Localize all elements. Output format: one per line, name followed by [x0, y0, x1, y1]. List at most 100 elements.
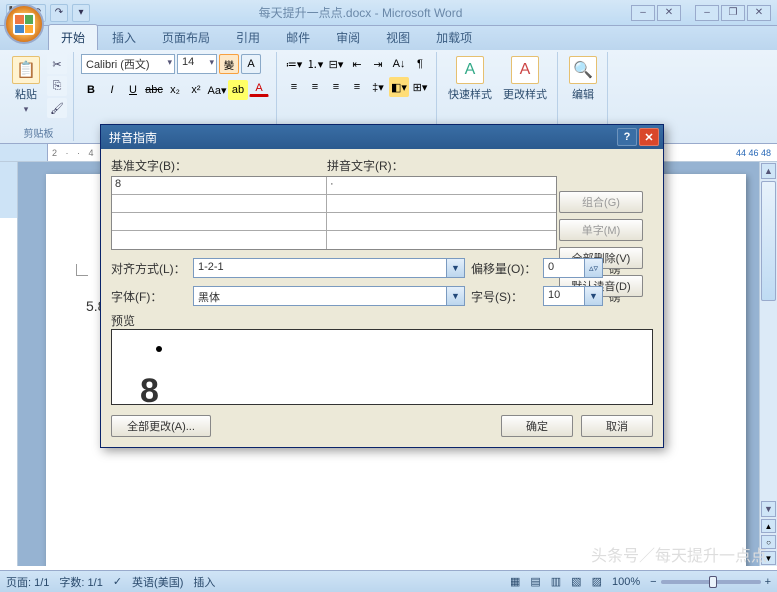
window-close[interactable]: ✕: [747, 5, 771, 21]
align-justify-button[interactable]: ≡: [347, 77, 367, 97]
font-combo[interactable]: 黑体▼: [193, 286, 465, 306]
scroll-up-button[interactable]: ▲: [761, 163, 776, 179]
cut-button[interactable]: ✂: [47, 54, 67, 74]
scroll-thumb[interactable]: [761, 181, 776, 301]
chevron-down-icon[interactable]: ▼: [446, 287, 464, 305]
qat-customize[interactable]: ▾: [72, 4, 90, 22]
align-left-button[interactable]: ≡: [284, 77, 304, 97]
scroll-down-button[interactable]: ▼: [761, 501, 776, 517]
dialog-help-button[interactable]: ?: [617, 128, 637, 146]
ruby-cell-0[interactable]: ·: [327, 177, 556, 194]
line-spacing-button[interactable]: ‡▾: [368, 77, 388, 97]
align-right-button[interactable]: ≡: [326, 77, 346, 97]
ruby-cell-1[interactable]: [327, 195, 556, 212]
quick-styles-button[interactable]: A 快速样式: [444, 54, 496, 104]
superscript-button[interactable]: x²: [186, 80, 206, 100]
strike-button[interactable]: abc: [144, 80, 164, 100]
italic-button[interactable]: I: [102, 80, 122, 100]
paste-button[interactable]: 📋 粘贴 ▾: [8, 54, 44, 117]
view-web-button[interactable]: ▥: [551, 575, 561, 588]
ribbon-minimize[interactable]: –: [631, 5, 655, 21]
show-marks-button[interactable]: ¶: [410, 54, 430, 74]
font-name-combo[interactable]: Calibri (西文): [81, 54, 175, 74]
quick-styles-icon: A: [456, 56, 484, 84]
tab-addins[interactable]: 加载项: [424, 25, 484, 50]
highlight-button[interactable]: ab: [228, 80, 248, 100]
base-cell-3[interactable]: [112, 231, 327, 249]
status-words[interactable]: 字数: 1/1: [59, 574, 102, 590]
preview-base-char: 8: [140, 374, 159, 408]
size-combo[interactable]: 10▼: [543, 286, 603, 306]
phonetic-guide-button[interactable]: 變: [219, 54, 239, 74]
numbering-button[interactable]: ⒈▾: [305, 54, 325, 74]
indent-inc-button[interactable]: ⇥: [368, 54, 388, 74]
status-page[interactable]: 页面: 1/1: [6, 574, 49, 590]
align-combo[interactable]: 1-2-1▼: [193, 258, 465, 278]
tab-insert[interactable]: 插入: [100, 25, 148, 50]
browse-prev-button[interactable]: ▲: [761, 519, 776, 533]
browse-next-button[interactable]: ▼: [761, 551, 776, 565]
format-painter-button[interactable]: 🖌: [47, 98, 67, 118]
font-color-button[interactable]: A: [249, 80, 269, 97]
ruby-cell-2[interactable]: [327, 213, 556, 230]
ribbon-close[interactable]: ✕: [657, 5, 681, 21]
office-button[interactable]: [4, 4, 44, 44]
change-all-button[interactable]: 全部更改(A)...: [111, 415, 211, 437]
offset-spinner[interactable]: 0▵▿: [543, 258, 603, 278]
align-center-button[interactable]: ≡: [305, 77, 325, 97]
group-button[interactable]: 组合(G): [559, 191, 643, 213]
status-mode[interactable]: 插入: [193, 574, 215, 590]
zoom-slider[interactable]: − +: [650, 576, 771, 588]
tab-review[interactable]: 审阅: [324, 25, 372, 50]
zoom-level[interactable]: 100%: [612, 576, 640, 588]
spinner-icon[interactable]: ▵▿: [584, 259, 602, 277]
base-cell-1[interactable]: [112, 195, 327, 212]
bullets-button[interactable]: ≔▾: [284, 54, 304, 74]
dialog-title-bar[interactable]: 拼音指南 ? ✕: [101, 125, 663, 149]
editing-button[interactable]: 🔍 编辑: [565, 54, 601, 104]
copy-button[interactable]: ⎘: [47, 76, 67, 96]
underline-button[interactable]: U: [123, 80, 143, 100]
dialog-title: 拼音指南: [105, 129, 615, 146]
browse-select-button[interactable]: ○: [761, 535, 776, 549]
tab-view[interactable]: 视图: [374, 25, 422, 50]
change-styles-button[interactable]: A 更改样式: [499, 54, 551, 104]
zoom-thumb[interactable]: [709, 576, 717, 588]
tab-layout[interactable]: 页面布局: [150, 25, 222, 50]
tab-references[interactable]: 引用: [224, 25, 272, 50]
view-print-layout-button[interactable]: ▦: [510, 575, 520, 588]
base-cell-2[interactable]: [112, 213, 327, 230]
subscript-button[interactable]: x₂: [165, 80, 185, 100]
indent-dec-button[interactable]: ⇤: [347, 54, 367, 74]
single-button[interactable]: 单字(M): [559, 219, 643, 241]
view-outline-button[interactable]: ▧: [571, 575, 581, 588]
shading-button[interactable]: ◧▾: [389, 77, 409, 97]
base-cell-0[interactable]: 8: [112, 177, 327, 194]
bold-button[interactable]: B: [81, 80, 101, 100]
sort-button[interactable]: A↓: [389, 54, 409, 74]
status-language[interactable]: 英语(美国): [132, 574, 183, 590]
ok-button[interactable]: 确定: [501, 415, 573, 437]
view-draft-button[interactable]: ▨: [592, 575, 602, 588]
multilevel-button[interactable]: ⊟▾: [326, 54, 346, 74]
view-reading-button[interactable]: ▤: [530, 575, 540, 588]
window-maximize[interactable]: ❐: [721, 5, 745, 21]
borders-button[interactable]: ⊞▾: [410, 77, 430, 97]
zoom-out-button[interactable]: −: [650, 576, 656, 588]
ruby-cell-3[interactable]: [327, 231, 556, 249]
chevron-down-icon[interactable]: ▼: [446, 259, 464, 277]
font-size-combo[interactable]: 14: [177, 54, 217, 74]
dialog-close-button[interactable]: ✕: [639, 128, 659, 146]
cancel-button[interactable]: 取消: [581, 415, 653, 437]
change-case-button[interactable]: Aa▾: [207, 80, 227, 100]
zoom-in-button[interactable]: +: [765, 576, 771, 588]
qat-redo[interactable]: ↷: [50, 4, 68, 22]
status-proof-icon[interactable]: ✓: [113, 575, 122, 588]
tab-home[interactable]: 开始: [48, 24, 98, 50]
vertical-scrollbar[interactable]: ▲ ▼ ▲ ○ ▼: [759, 162, 777, 566]
vertical-ruler[interactable]: [0, 162, 18, 566]
char-border-button[interactable]: A: [241, 54, 261, 74]
tab-mailings[interactable]: 邮件: [274, 25, 322, 50]
chevron-down-icon[interactable]: ▼: [584, 287, 602, 305]
window-minimize[interactable]: –: [695, 5, 719, 21]
